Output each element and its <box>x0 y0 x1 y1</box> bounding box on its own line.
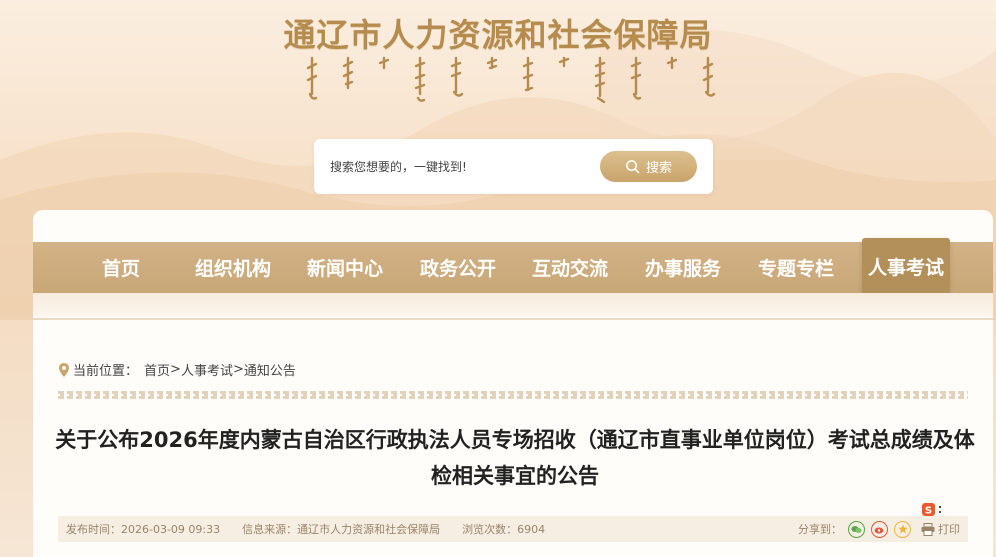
qzone-icon[interactable] <box>894 520 911 538</box>
view-count: 浏览次数：6904 <box>462 523 546 536</box>
breadcrumb-home-link[interactable]: 首页 <box>144 360 170 379</box>
breadcrumb-notice-link[interactable]: 通知公告 <box>244 360 296 379</box>
nav-item-personnel-exam[interactable]: 人事考试 <box>862 238 951 295</box>
print-button[interactable]: 打印 <box>921 521 960 537</box>
sogou-icon[interactable]: S <box>922 503 944 517</box>
mongolian-script-logo <box>306 56 716 104</box>
breadcrumb-separator: > <box>232 362 244 377</box>
nav-item-special-topics[interactable]: 专题专栏 <box>758 242 834 293</box>
nav-shadow <box>33 293 993 317</box>
article-meta-bar: 发布时间：2026-03-09 09:33 信息来源：通辽市人力资源和社会保障局… <box>58 516 968 542</box>
breadcrumb: 当前位置： 首页 > 人事考试 > 通知公告 <box>58 360 296 379</box>
breadcrumb-prefix: 当前位置： <box>73 364 139 379</box>
search-button[interactable]: 搜索 <box>600 151 697 182</box>
breadcrumb-separator: > <box>170 362 181 377</box>
info-source: 信息来源：通辽市人力资源和社会保障局 <box>242 523 441 536</box>
nav-item-gov-affairs[interactable]: 政务公开 <box>420 242 496 293</box>
print-label: 打印 <box>938 523 960 536</box>
main-nav: 首页 组织机构 新闻中心 政务公开 互动交流 办事服务 专题专栏 人事考试 <box>33 238 993 295</box>
decorative-pattern-overlay <box>58 394 968 396</box>
search-box: 搜索 <box>314 139 713 194</box>
site-title: 通辽市人力资源和社会保障局 <box>283 16 713 54</box>
weibo-icon[interactable] <box>871 520 888 538</box>
search-button-label: 搜索 <box>645 161 672 176</box>
nav-item-interaction[interactable]: 互动交流 <box>532 242 608 293</box>
publish-time: 发布时间：2026-03-09 09:33 <box>66 523 221 536</box>
breadcrumb-exam-link[interactable]: 人事考试 <box>181 360 233 379</box>
share-bar: 分享到： 打印 <box>798 516 960 542</box>
nav-item-services[interactable]: 办事服务 <box>645 242 721 293</box>
nav-divider <box>33 318 993 320</box>
share-label: 分享到： <box>798 523 842 536</box>
nav-item-home[interactable]: 首页 <box>102 242 140 293</box>
search-input[interactable] <box>330 157 590 177</box>
location-pin-icon <box>59 362 69 377</box>
print-icon <box>921 522 935 536</box>
article-title: 关于公布2026年度内蒙古自治区行政执法人员专场招收（通辽市直事业单位岗位）考试… <box>55 428 975 488</box>
wechat-icon[interactable] <box>848 520 865 538</box>
nav-item-news[interactable]: 新闻中心 <box>307 242 383 293</box>
nav-item-organization[interactable]: 组织机构 <box>195 242 271 293</box>
svg-text:S: S <box>925 506 932 517</box>
search-icon <box>626 160 640 174</box>
